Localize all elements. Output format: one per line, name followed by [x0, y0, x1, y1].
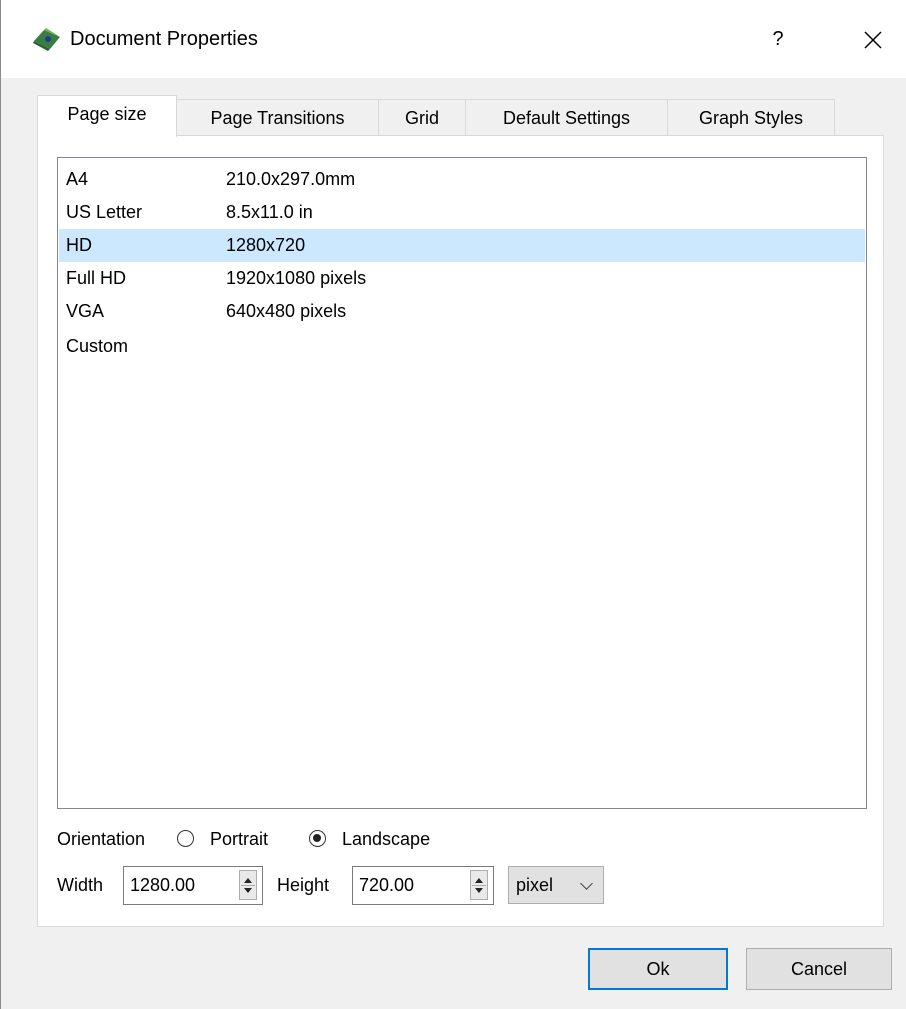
page-size-dimensions: 8.5x11.0 in	[226, 202, 313, 222]
unit-dropdown[interactable]: pixel	[508, 866, 604, 904]
page-size-name: Custom	[66, 336, 129, 356]
page-size-dimensions: 210.0x297.0mm	[226, 169, 356, 189]
height-label: Height	[277, 875, 330, 895]
tab-page-transitions[interactable]: Page Transitions	[176, 99, 379, 136]
tab-default-settings[interactable]: Default Settings	[465, 99, 668, 136]
page-size-name: A4	[66, 169, 89, 189]
ok-button[interactable]: Ok	[588, 948, 728, 990]
close-button[interactable]	[853, 22, 893, 56]
window-title: Document Properties	[70, 28, 258, 50]
app-icon	[32, 27, 62, 51]
portrait-label[interactable]: Portrait	[210, 824, 268, 854]
list-item[interactable]: US Letter 8.5x11.0 in	[59, 196, 865, 229]
spin-up-icon[interactable]	[475, 878, 483, 883]
page-size-name: HD	[66, 235, 92, 255]
page-size-dimensions: 1920x1080 pixels	[226, 268, 367, 288]
spin-up-icon[interactable]	[244, 878, 252, 883]
page-size-name: Full HD	[66, 268, 127, 288]
unit-selected-value: pixel	[516, 875, 554, 895]
list-item[interactable]: Custom	[59, 330, 865, 363]
cancel-button[interactable]: Cancel	[746, 948, 892, 990]
spinner-divider	[241, 885, 255, 886]
tab-bar: Page size Page Transitions Grid Default …	[37, 95, 857, 137]
orientation-label: Orientation	[57, 829, 146, 849]
help-button[interactable]: ?	[763, 22, 793, 56]
orientation-group: Orientation Portrait Landscape	[57, 824, 477, 854]
chevron-down-icon	[580, 877, 593, 890]
tab-graph-styles[interactable]: Graph Styles	[667, 99, 835, 136]
spin-down-icon[interactable]	[244, 888, 252, 893]
list-item[interactable]: A4 210.0x297.0mm	[59, 163, 865, 196]
page-size-dimensions: 1280x720	[226, 235, 306, 255]
spinner-divider	[472, 885, 486, 886]
portrait-radio[interactable]	[177, 830, 194, 847]
page-size-dimensions: 640x480 pixels	[226, 301, 347, 321]
height-value: 720.00	[359, 875, 415, 895]
page-size-list[interactable]: A4 210.0x297.0mm US Letter 8.5x11.0 in H…	[57, 157, 867, 809]
landscape-radio[interactable]	[309, 830, 326, 847]
title-bar: Document Properties ?	[1, 0, 906, 78]
list-item[interactable]: Full HD 1920x1080 pixels	[59, 262, 865, 295]
tab-page-size[interactable]: Page size	[37, 95, 177, 137]
width-spinner[interactable]	[239, 870, 257, 900]
list-item[interactable]: VGA 640x480 pixels	[59, 295, 865, 328]
width-value: 1280.00	[130, 875, 196, 895]
page-size-name: US Letter	[66, 202, 143, 222]
radio-selected-dot	[313, 834, 321, 842]
close-icon	[864, 31, 882, 49]
width-label: Width	[57, 875, 104, 895]
list-item-selected[interactable]: HD 1280x720	[59, 229, 865, 262]
spin-down-icon[interactable]	[475, 888, 483, 893]
landscape-label[interactable]: Landscape	[342, 824, 430, 854]
page-size-name: VGA	[66, 301, 105, 321]
tab-grid[interactable]: Grid	[378, 99, 466, 136]
height-spinner[interactable]	[470, 870, 488, 900]
document-properties-dialog: Document Properties ? Page size Page Tra…	[0, 0, 906, 1009]
